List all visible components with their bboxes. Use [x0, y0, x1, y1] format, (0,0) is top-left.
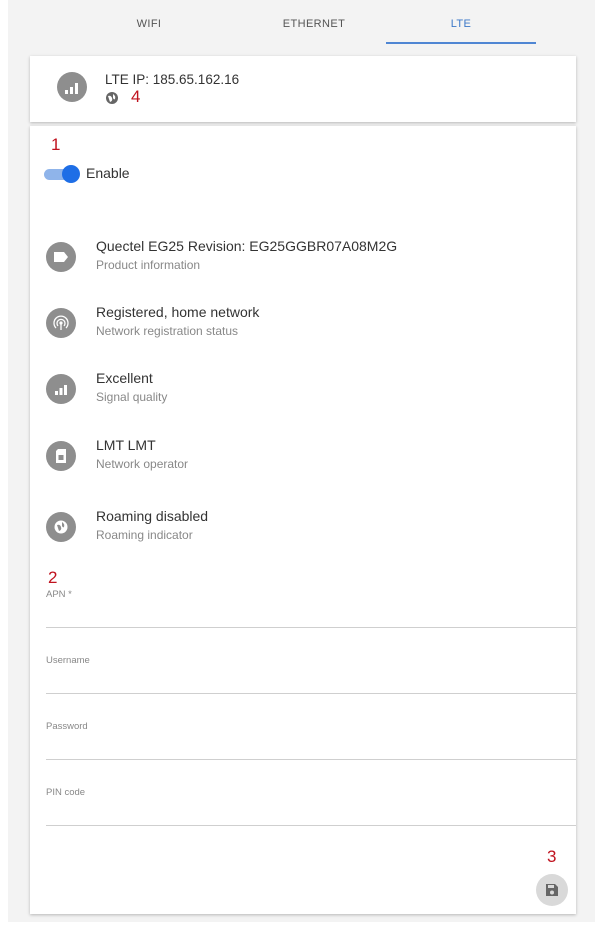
info-subtitle: Roaming indicator — [96, 528, 193, 542]
signal-icon — [57, 72, 87, 102]
password-input[interactable] — [46, 731, 576, 760]
network-tabs: WIFI ETHERNET LTE — [74, 8, 574, 48]
info-row-signal: Excellent Signal quality — [46, 370, 546, 410]
globe-icon — [106, 92, 118, 104]
pin-field: PIN code — [46, 787, 576, 827]
apn-field: APN * — [46, 589, 576, 629]
enable-label: Enable — [86, 165, 130, 181]
info-subtitle: Signal quality — [96, 390, 168, 404]
password-field: Password — [46, 721, 576, 761]
lte-ip-address: LTE IP: 185.65.162.16 — [105, 72, 240, 87]
info-row-roaming: Roaming disabled Roaming indicator — [46, 508, 546, 548]
apn-input[interactable] — [46, 599, 576, 628]
globe-icon — [46, 512, 76, 542]
info-row-operator: LMT LMT Network operator — [46, 437, 546, 477]
pin-input[interactable] — [46, 797, 576, 826]
label-icon — [46, 242, 76, 272]
annotation-marker-4: 4 — [131, 87, 141, 106]
info-subtitle: Product information — [96, 258, 201, 272]
lte-ip-card: LTE IP: 185.65.162.16 4 — [30, 56, 576, 122]
save-icon — [546, 884, 558, 896]
info-title: Excellent — [96, 370, 153, 386]
info-title: Quectel EG25 Revision: EG25GGBR07A08M2G — [96, 238, 398, 254]
info-subtitle: Network registration status — [96, 324, 239, 338]
info-subtitle: Network operator — [96, 457, 189, 471]
info-row-product: Quectel EG25 Revision: EG25GGBR07A08M2G … — [46, 238, 546, 278]
info-title: Roaming disabled — [96, 508, 209, 524]
username-field: Username — [46, 655, 576, 695]
save-button[interactable] — [536, 874, 568, 906]
annotation-marker-2: 2 — [48, 568, 58, 587]
annotation-marker-3: 3 — [547, 847, 557, 866]
tab-wifi[interactable]: WIFI — [74, 8, 224, 48]
active-tab-indicator — [386, 42, 536, 44]
enable-toggle[interactable] — [44, 165, 80, 183]
lte-settings-card: 1 Enable Quectel EG25 Revision: EG25GGBR… — [30, 126, 576, 914]
antenna-icon — [46, 308, 76, 338]
annotation-marker-1: 1 — [51, 135, 61, 154]
signal-bars-icon — [46, 374, 76, 404]
info-row-registration: Registered, home network Network registr… — [46, 304, 546, 344]
username-input[interactable] — [46, 665, 576, 694]
sim-card-icon — [46, 441, 76, 471]
tab-ethernet[interactable]: ETHERNET — [239, 8, 389, 48]
info-title: LMT LMT — [96, 437, 156, 453]
info-title: Registered, home network — [96, 304, 260, 320]
